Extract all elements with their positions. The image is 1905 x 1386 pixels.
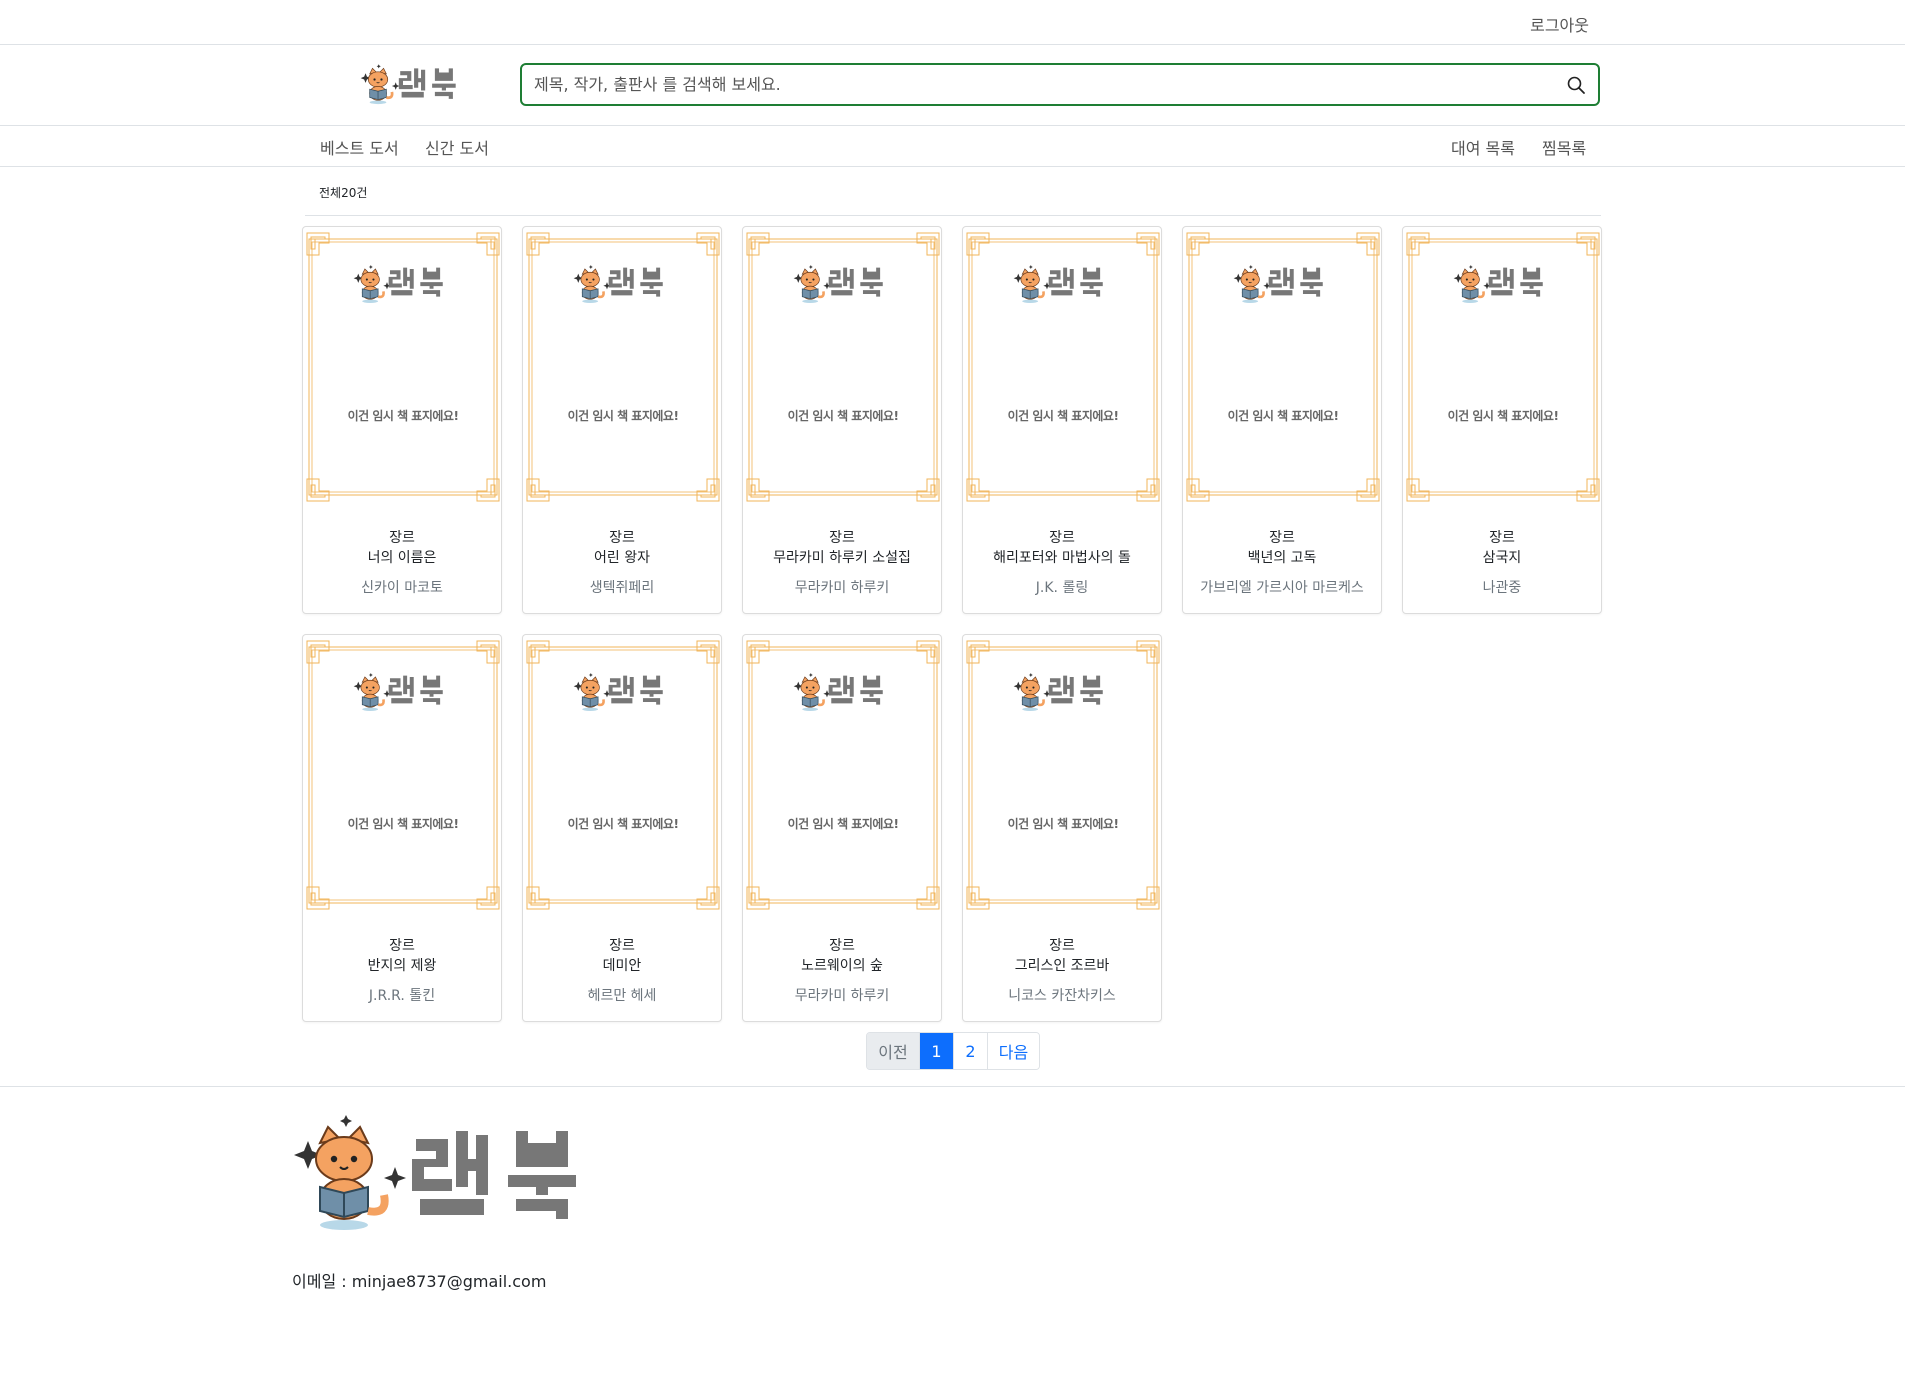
book-cover: 이건 임시 책 표지에요! — [1185, 231, 1381, 503]
nav-new-books[interactable]: 신간 도서 — [425, 135, 489, 159]
book-cover: 이건 임시 책 표지에요! — [305, 639, 501, 911]
book-title: 백년의 고독 — [1247, 550, 1317, 566]
book-card[interactable]: 이건 임시 책 표지에요! 장르반지의 제왕 J.R.R. 톨킨 — [302, 634, 502, 1022]
book-cover: 이건 임시 책 표지에요! — [525, 231, 721, 503]
cover-frame-icon — [746, 232, 940, 502]
book-card[interactable]: 이건 임시 책 표지에요! 장르그리스인 조르바니코스 카잔차키스 — [962, 634, 1162, 1022]
search-icon[interactable] — [1566, 75, 1586, 95]
divider — [305, 215, 1601, 216]
cover-frame-icon — [1406, 232, 1600, 502]
nav-wishlist[interactable]: 찜목록 — [1542, 135, 1586, 159]
book-author: 가브리엘 가르시아 마르케스 — [1200, 580, 1364, 596]
cover-placeholder-text: 이건 임시 책 표지에요! — [347, 409, 459, 423]
page-2-button[interactable]: 2 — [953, 1033, 987, 1069]
book-genre: 장르 — [609, 530, 635, 546]
top-bar: 로그아웃 — [0, 0, 1905, 45]
book-title: 노르웨이의 숲 — [801, 958, 883, 974]
book-title: 어린 왕자 — [594, 550, 650, 566]
cover-placeholder-text: 이건 임시 책 표지에요! — [1007, 817, 1119, 831]
cover-frame-icon — [966, 640, 1160, 910]
cover-placeholder-text: 이건 임시 책 표지에요! — [787, 817, 899, 831]
book-card[interactable]: 이건 임시 책 표지에요! 장르해리포터와 마법사의 돌 J.K. 롤링 — [962, 226, 1162, 614]
book-author: 무라카미 하루키 — [794, 988, 890, 1004]
book-genre: 장르 — [829, 530, 855, 546]
book-cover: 이건 임시 책 표지에요! — [965, 639, 1161, 911]
cover-frame-icon — [526, 640, 720, 910]
logout-link[interactable]: 로그아웃 — [1530, 12, 1589, 36]
cat-logo-icon — [292, 1115, 576, 1245]
cover-placeholder-text: 이건 임시 책 표지에요! — [1007, 409, 1119, 423]
book-author: 나관중 — [1482, 580, 1522, 596]
book-genre: 장르 — [829, 938, 855, 954]
book-title: 반지의 제왕 — [367, 958, 437, 974]
pagination: 이전 1 2 다음 — [866, 1032, 1040, 1070]
cover-frame-icon — [966, 232, 1160, 502]
cover-frame-icon — [526, 232, 720, 502]
cover-placeholder-text: 이건 임시 책 표지에요! — [567, 409, 679, 423]
book-author: 신카이 마코토 — [361, 580, 443, 596]
cover-placeholder-text: 이건 임시 책 표지에요! — [787, 409, 899, 423]
book-title: 삼국지 — [1482, 550, 1522, 566]
book-card[interactable]: 이건 임시 책 표지에요! 장르데미안헤르만 헤세 — [522, 634, 722, 1022]
book-card[interactable]: 이건 임시 책 표지에요! 장르노르웨이의 숲무라카미 하루키 — [742, 634, 942, 1022]
footer: 이메일 : minjae8737@gmail.com — [0, 1086, 1905, 1386]
book-genre: 장르 — [389, 938, 415, 954]
book-title: 해리포터와 마법사의 돌 — [993, 550, 1131, 566]
book-author: J.R.R. 톨킨 — [368, 988, 436, 1004]
book-genre: 장르 — [1049, 938, 1075, 954]
book-genre: 장르 — [389, 530, 415, 546]
book-title: 너의 이름은 — [367, 550, 437, 566]
book-author: 생텍쥐페리 — [589, 580, 655, 596]
header — [0, 45, 1905, 126]
cover-placeholder-text: 이건 임시 책 표지에요! — [1447, 409, 1559, 423]
cover-frame-icon — [306, 232, 500, 502]
book-author: 무라카미 하루키 — [794, 580, 890, 596]
book-card[interactable]: 이건 임시 책 표지에요! 장르백년의 고독가브리엘 가르시아 마르케스 — [1182, 226, 1382, 614]
book-cover: 이건 임시 책 표지에요! — [965, 231, 1161, 503]
book-card[interactable]: 이건 임시 책 표지에요! 장르어린 왕자생텍쥐페리 — [522, 226, 722, 614]
page-next-button[interactable]: 다음 — [987, 1033, 1039, 1069]
book-author: 헤르만 헤세 — [587, 988, 657, 1004]
book-author: J.K. 롤링 — [1035, 580, 1089, 596]
cover-frame-icon — [746, 640, 940, 910]
book-card[interactable]: 이건 임시 책 표지에요! 장르너의 이름은신카이 마코토 — [302, 226, 502, 614]
book-title: 무라카미 하루키 소설집 — [773, 550, 911, 566]
book-genre: 장르 — [1049, 530, 1075, 546]
cover-frame-icon — [1186, 232, 1380, 502]
page-1-button[interactable]: 1 — [919, 1033, 953, 1069]
book-title: 그리스인 조르바 — [1014, 958, 1110, 974]
book-title: 데미안 — [602, 958, 642, 974]
book-author: 니코스 카잔차키스 — [1008, 988, 1116, 1004]
cover-placeholder-text: 이건 임시 책 표지에요! — [347, 817, 459, 831]
main-nav: 베스트 도서 신간 도서 대여 목록 찜목록 — [0, 126, 1905, 167]
cover-frame-icon — [306, 640, 500, 910]
cat-logo-icon — [360, 63, 456, 106]
book-genre: 장르 — [1489, 530, 1515, 546]
book-cover: 이건 임시 책 표지에요! — [745, 231, 941, 503]
nav-best-books[interactable]: 베스트 도서 — [320, 135, 399, 159]
cover-placeholder-text: 이건 임시 책 표지에요! — [567, 817, 679, 831]
nav-rental-list[interactable]: 대여 목록 — [1451, 135, 1515, 159]
result-count: 전체20건 — [319, 186, 368, 200]
search-box — [520, 63, 1600, 106]
book-cover: 이건 임시 책 표지에요! — [1405, 231, 1601, 503]
page-prev-button[interactable]: 이전 — [867, 1033, 919, 1069]
book-card[interactable]: 이건 임시 책 표지에요! 장르삼국지나관중 — [1402, 226, 1602, 614]
book-cover: 이건 임시 책 표지에요! — [745, 639, 941, 911]
book-genre: 장르 — [609, 938, 635, 954]
footer-email: 이메일 : minjae8737@gmail.com — [292, 1272, 547, 1291]
book-genre: 장르 — [1269, 530, 1295, 546]
search-input[interactable] — [534, 65, 1534, 104]
book-cover: 이건 임시 책 표지에요! — [305, 231, 501, 503]
book-cover: 이건 임시 책 표지에요! — [525, 639, 721, 911]
cover-placeholder-text: 이건 임시 책 표지에요! — [1227, 409, 1339, 423]
book-card[interactable]: 이건 임시 책 표지에요! 장르무라카미 하루키 소설집무라카미 하루키 — [742, 226, 942, 614]
footer-logo — [292, 1115, 592, 1245]
brand-logo[interactable] — [360, 63, 464, 107]
